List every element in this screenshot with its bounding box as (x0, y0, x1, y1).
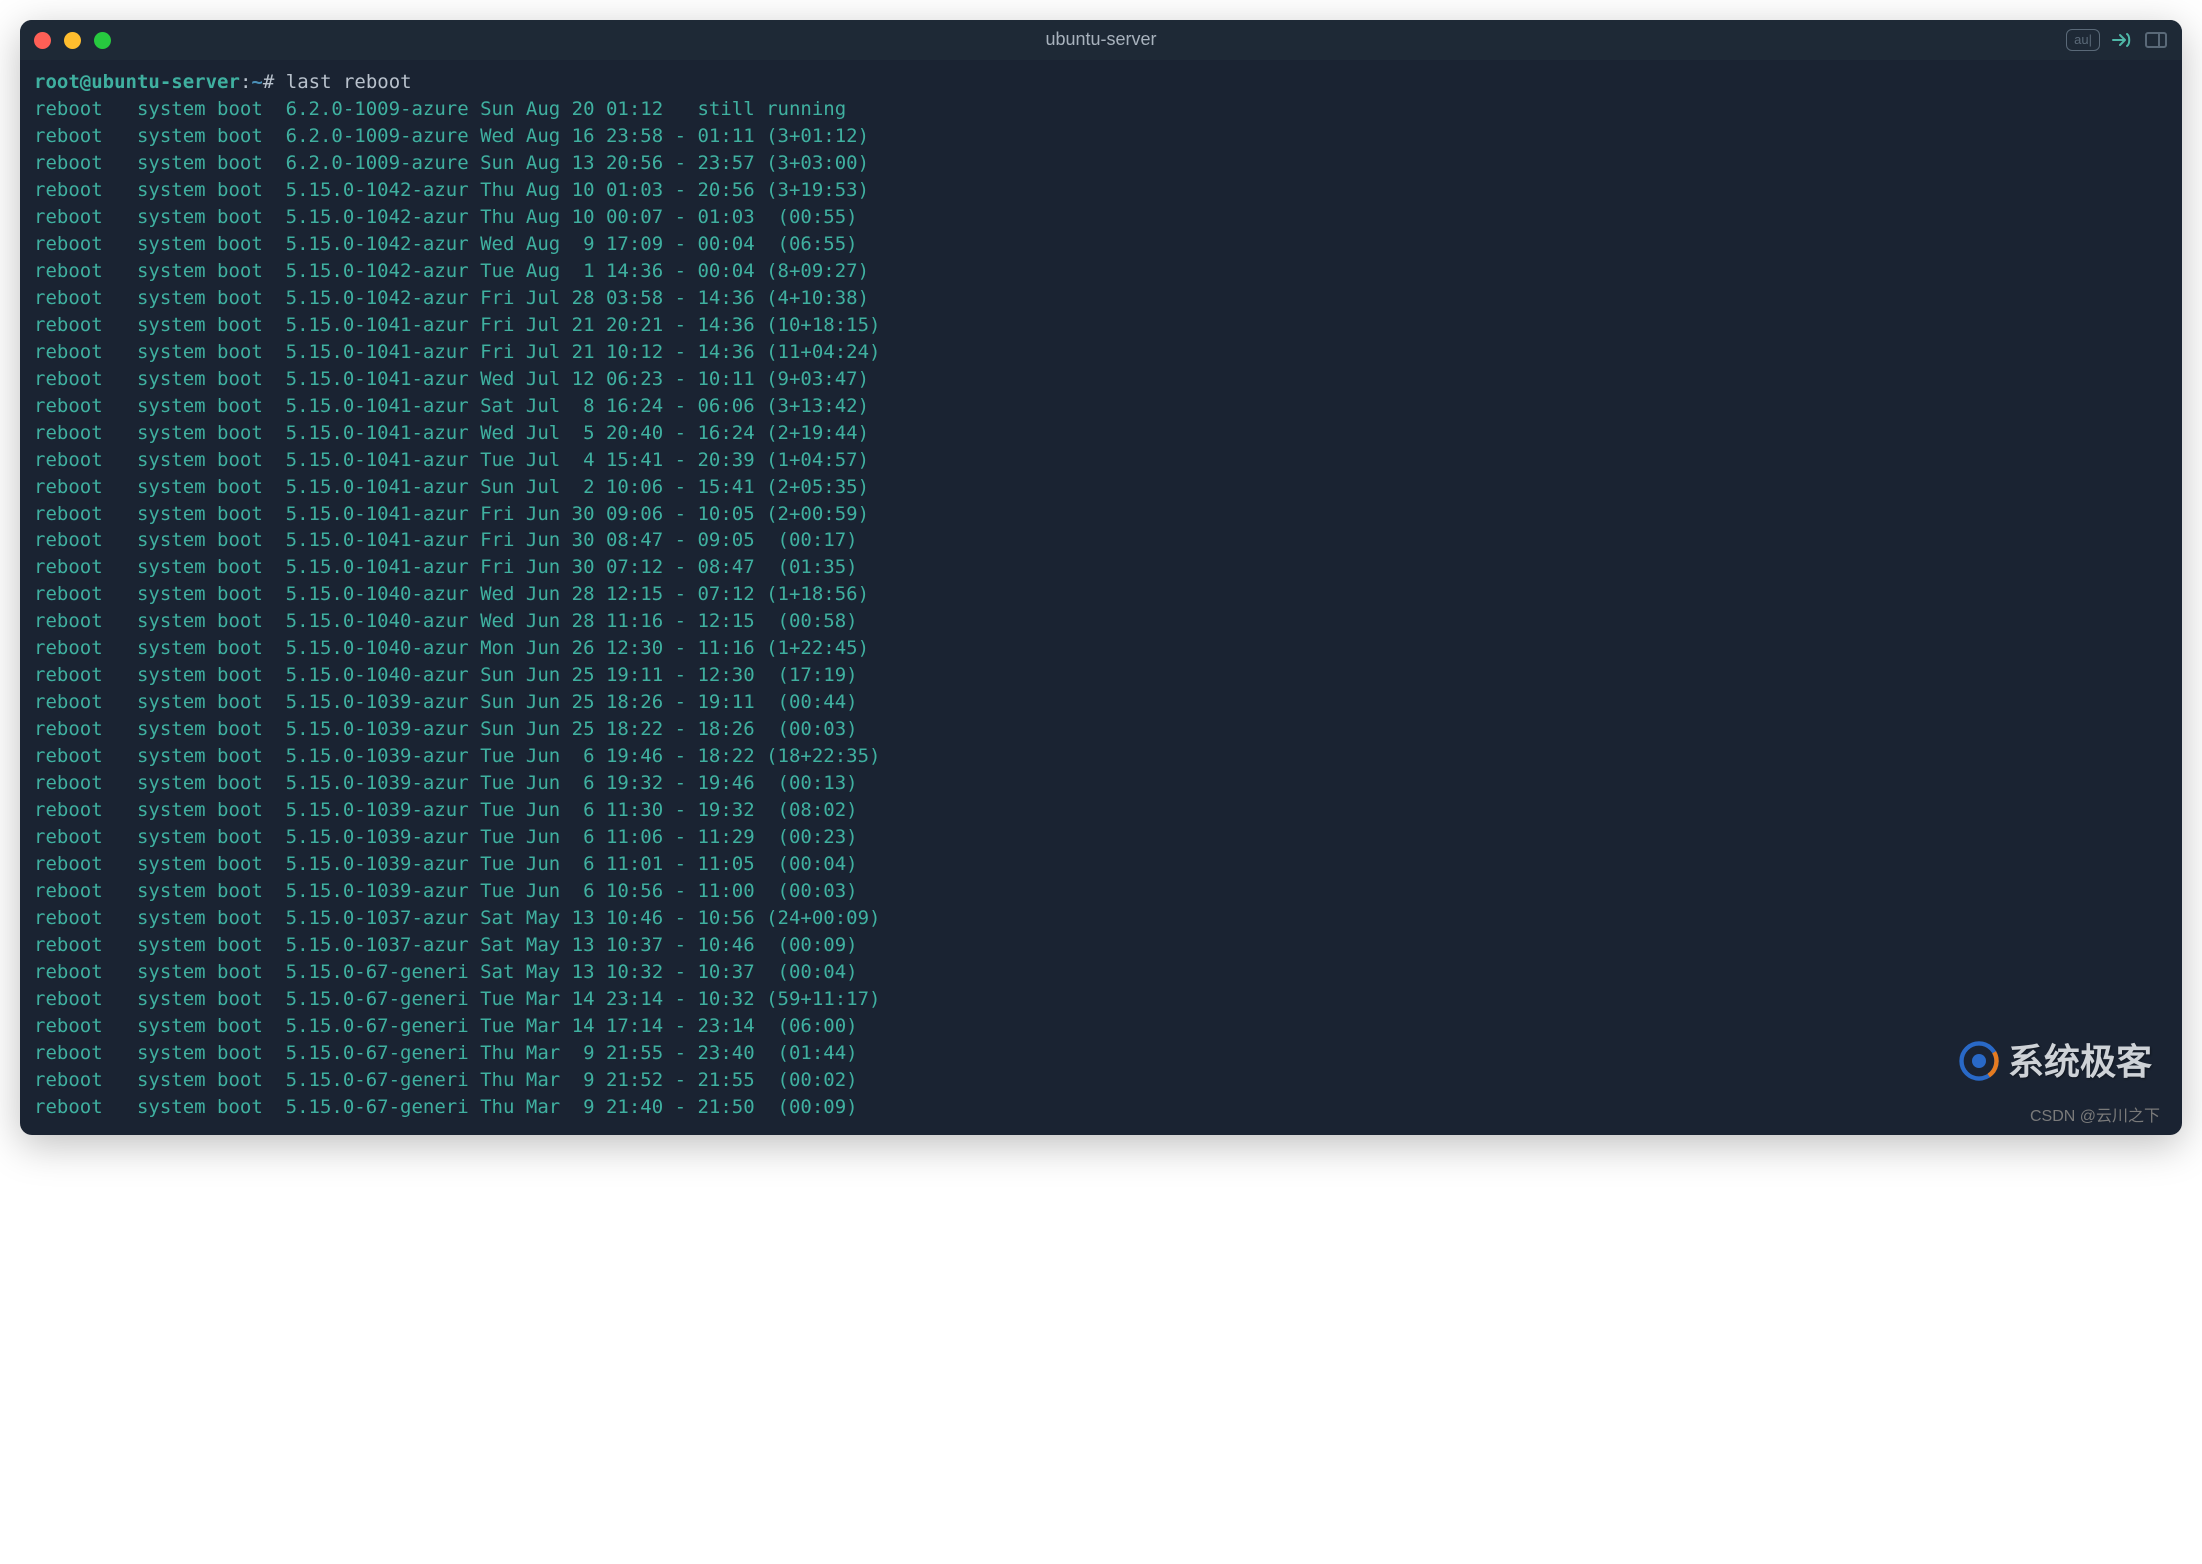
profile-pill[interactable]: au| (2066, 29, 2100, 51)
share-icon[interactable] (2110, 30, 2134, 50)
maximize-icon[interactable] (94, 32, 111, 49)
terminal-window: ubuntu-server au| root@ubuntu-server:~# … (20, 20, 2182, 1135)
watermark-logo-icon (1958, 1040, 2000, 1082)
csdn-watermark: CSDN @云川之下 (2030, 1106, 2160, 1129)
watermark-text: 系统极客 (2008, 1036, 2152, 1087)
titlebar: ubuntu-server au| (20, 20, 2182, 60)
prompt-hash: # (263, 71, 274, 93)
prompt-path: ~ (251, 71, 262, 93)
prompt-colon: : (240, 71, 251, 93)
terminal-output: reboot system boot 6.2.0-1009-azure Sun … (34, 98, 880, 1118)
command-text: last reboot (286, 71, 412, 93)
close-icon[interactable] (34, 32, 51, 49)
window-title: ubuntu-server (20, 27, 2182, 53)
prompt-host: ubuntu-server (91, 71, 240, 93)
traffic-lights (34, 32, 111, 49)
prompt-at: @ (80, 71, 91, 93)
toolbar-right: au| (2066, 29, 2168, 51)
prompt: root@ubuntu-server:~# last reboot (34, 71, 412, 93)
terminal-body[interactable]: root@ubuntu-server:~# last reboot reboot… (20, 60, 2182, 1135)
split-pane-icon[interactable] (2144, 30, 2168, 50)
watermark: 系统极客 (1958, 1036, 2152, 1087)
prompt-user: root (34, 71, 80, 93)
minimize-icon[interactable] (64, 32, 81, 49)
